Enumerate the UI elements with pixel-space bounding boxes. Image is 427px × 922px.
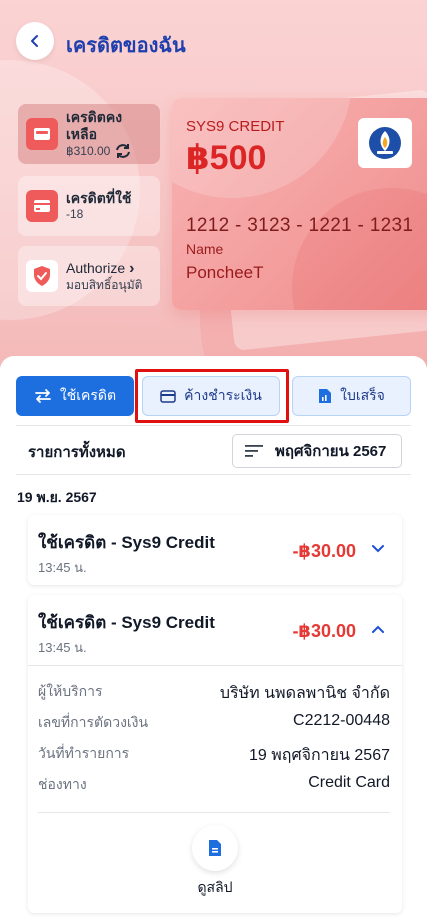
authorize-label: Authorize [66, 260, 126, 277]
credit-card-icon [26, 190, 58, 222]
credit-card-icon [160, 389, 176, 403]
tab-use-credit-label: ใช้เครดิต [59, 387, 117, 403]
view-slip-button[interactable] [192, 825, 238, 871]
document-chart-icon [319, 389, 332, 403]
detail-value: Credit Card [308, 774, 390, 791]
month-filter-button[interactable]: พฤศจิกายน 2567 [232, 434, 402, 468]
detail-row-reference: เลขที่การตัดวงเงิน C2212-00448 [38, 712, 390, 734]
view-slip-label: ดูสลิป [197, 879, 233, 895]
back-button[interactable] [16, 22, 54, 60]
list-title: รายการทั้งหมด [28, 444, 126, 461]
month-filter-label: พฤศจิกายน 2567 [275, 443, 387, 460]
remaining-credit-label: เครดิตคงเหลือ [66, 109, 123, 142]
filter-lines-icon [245, 445, 263, 457]
card-decor [292, 188, 427, 310]
card-number: 1212 - 3123 - 1221 - 1231 [186, 215, 414, 236]
card-brand: SYS9 CREDIT [186, 118, 285, 135]
detail-value: C2212-00448 [293, 712, 390, 729]
used-credit-card[interactable]: เครดิตที่ใช้ -18 [18, 176, 160, 236]
chevron-down-icon[interactable] [368, 539, 388, 559]
card-holder-name: PoncheeT [186, 263, 264, 282]
divider [16, 425, 411, 426]
transaction-item[interactable]: ใช้เครดิต - Sys9 Credit 13:45 น. -฿30.00 [28, 515, 402, 585]
chevron-up-icon[interactable] [368, 619, 388, 639]
swap-icon [34, 389, 51, 403]
refresh-icon[interactable] [114, 143, 132, 159]
detail-row-provider: ผู้ให้บริการ บริษัท นพดลพานิช จำกัด [38, 681, 390, 703]
divider [28, 665, 402, 666]
chevron-left-icon [31, 35, 38, 47]
detail-value: 19 พฤศจิกายน 2567 [248, 747, 390, 764]
authorize-subtitle: มอบสิทธิ์อนุมัติ [66, 278, 143, 293]
authorize-card[interactable]: Authorize › มอบสิทธิ์อนุมัติ [18, 246, 160, 306]
credit-card: SYS9 CREDIT ฿500 1212 - 3123 - 1221 - 12… [172, 98, 427, 310]
detail-row-channel: ช่องทาง Credit Card [38, 774, 390, 796]
remaining-credit-value: ฿310.00 [66, 143, 111, 158]
transaction-amount: -฿30.00 [292, 541, 356, 561]
tab-outstanding-label: ค้างชำระเงิน [184, 387, 262, 403]
card-amount: ฿500 [186, 139, 267, 177]
transaction-title: ใช้เครดิต - Sys9 Credit [38, 533, 215, 552]
tab-use-credit[interactable]: ใช้เครดิต [16, 376, 134, 416]
used-credit-label: เครดิตที่ใช้ [66, 190, 132, 207]
divider [16, 474, 411, 475]
shield-check-icon [26, 260, 58, 292]
transaction-time: 13:45 น. [38, 640, 87, 655]
transaction-time: 13:45 น. [38, 560, 87, 575]
credit-hero: เครดิตของฉัน เครดิตคงเหลือ ฿310.00 เครดิ… [0, 0, 427, 372]
transaction-item-expanded[interactable]: ใช้เครดิต - Sys9 Credit 13:45 น. -฿30.00… [28, 595, 402, 913]
detail-key: ช่องทาง [38, 776, 87, 792]
transaction-amount: -฿30.00 [292, 621, 356, 641]
detail-key: วันที่ทำรายการ [38, 745, 130, 761]
tab-bar: ใช้เครดิต ค้างชำระเงิน ใบเสร็จ [16, 376, 411, 416]
tab-receipt[interactable]: ใบเสร็จ [292, 376, 411, 416]
divider [38, 812, 390, 813]
detail-key: ผู้ให้บริการ [38, 683, 103, 699]
remaining-credit-card[interactable]: เครดิตคงเหลือ ฿310.00 [18, 104, 160, 164]
date-header: 19 พ.ย. 2567 [17, 489, 97, 505]
chevron-right-icon: › [129, 260, 135, 278]
transaction-title: ใช้เครดิต - Sys9 Credit [38, 613, 215, 632]
tab-outstanding[interactable]: ค้างชำระเงิน [142, 376, 280, 416]
page-title: เครดิตของฉัน [66, 35, 186, 57]
card-name-label: Name [186, 241, 224, 257]
wallet-icon [26, 118, 58, 150]
detail-key: เลขที่การตัดวงเงิน [38, 714, 149, 730]
used-credit-value: -18 [66, 207, 84, 222]
company-logo [358, 118, 412, 168]
document-icon [209, 840, 221, 856]
detail-row-date: วันที่ทำรายการ 19 พฤศจิกายน 2567 [38, 743, 390, 765]
tab-receipt-label: ใบเสร็จ [340, 387, 385, 403]
detail-value: บริษัท นพดลพานิช จำกัด [219, 685, 390, 702]
